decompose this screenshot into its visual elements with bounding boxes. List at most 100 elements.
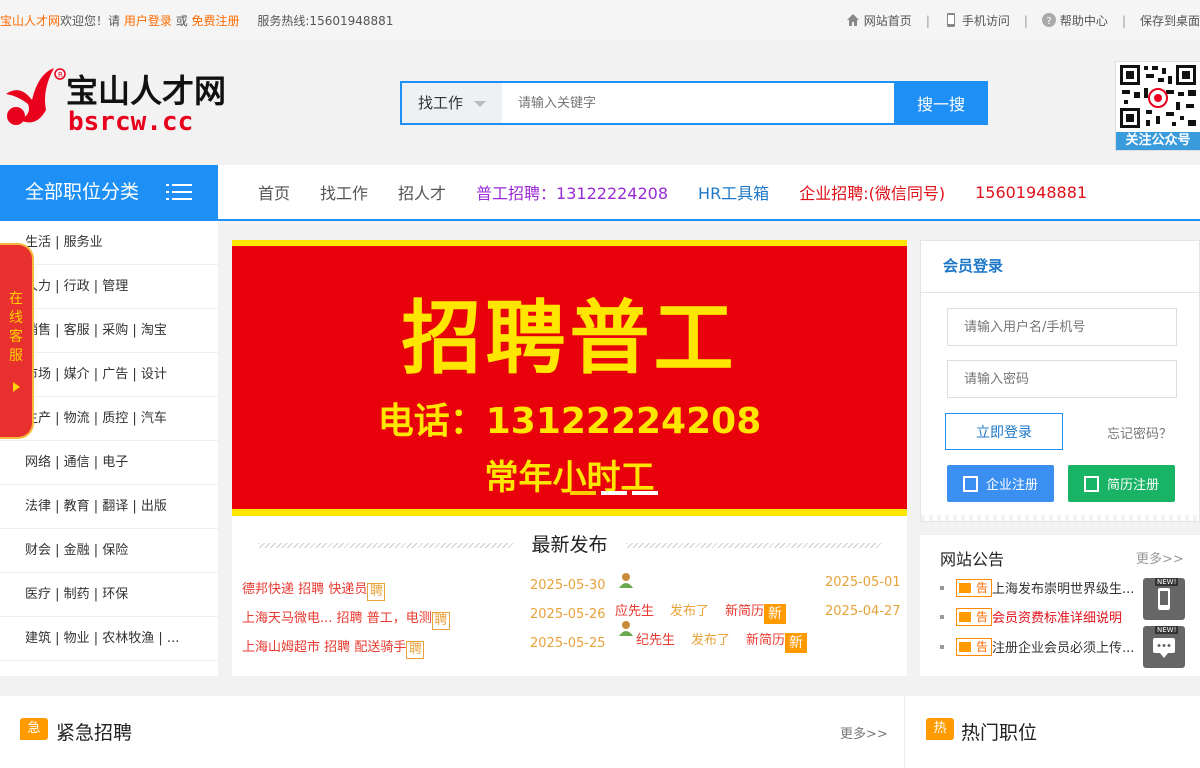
nav-item[interactable]: 15601948881 [975, 183, 1087, 202]
arrow-right-icon [12, 382, 20, 392]
post-action: 发布了 [670, 604, 710, 619]
job-title[interactable]: 配送骑手 [354, 640, 406, 655]
category-item[interactable]: 网络 | 通信 | 电子 [0, 441, 218, 485]
job-title[interactable]: 快递员 [328, 582, 367, 597]
welcome-bar: 宝山人才网欢迎您！请 用户登录 或 免费注册 服务热线:15601948881 [0, 12, 393, 29]
chat-float-button[interactable]: NEW! [1143, 626, 1185, 668]
all-categories-button[interactable]: 全部职位分类 [0, 165, 218, 221]
nav-items: 首页 找工作 招人才 普工招聘：13122224208 HR工具箱 企业招聘:(微信同号)… [258, 165, 1117, 219]
notice-more-link[interactable]: 更多>> [1136, 548, 1184, 567]
poster-name[interactable]: 应先生 [615, 604, 654, 619]
notice-item[interactable]: 告会员资费标准详细说明 [940, 607, 1122, 626]
nav-item[interactable]: 找工作 [320, 180, 368, 204]
password-input[interactable] [947, 360, 1177, 398]
search-type-select[interactable]: 找工作 [402, 83, 502, 123]
notice-text: 会员资费标准详细说明 [992, 611, 1123, 626]
edit-icon [962, 476, 978, 492]
category-item[interactable]: 法律 | 教育 | 翻译 | 出版 [0, 485, 218, 529]
svg-text:?: ? [1046, 16, 1051, 27]
search-button[interactable]: 搜一搜 [894, 81, 988, 125]
home-link[interactable]: 网站首页 [846, 12, 912, 29]
nav-item[interactable]: HR工具箱 [698, 180, 769, 204]
online-service-tab[interactable]: 在线客服 [0, 243, 34, 439]
banner-phone: 电话：13122224208 [377, 401, 762, 442]
bottom-sections: 急 紧急招聘 更多>> 热 热门职位 [0, 696, 1200, 768]
help-link[interactable]: ? 帮助中心 [1041, 12, 1108, 29]
carousel-dot[interactable] [570, 491, 596, 495]
job-post-row[interactable]: 上海天马微电... 招聘 普工，电测聘 [242, 607, 450, 630]
bullet [940, 614, 944, 619]
login-button[interactable]: 立即登录 [945, 413, 1063, 450]
login-link[interactable]: 用户登录 [124, 14, 172, 28]
category-item[interactable]: 财会 | 金融 | 保险 [0, 529, 218, 573]
carousel-dot[interactable] [601, 491, 627, 495]
nav-item[interactable]: 普工招聘：13122224208 [476, 180, 668, 204]
category-item[interactable]: 医疗 | 制药 | 环保 [0, 573, 218, 617]
nav-item[interactable]: 企业招聘:(微信同号) [799, 180, 945, 204]
bullet [940, 644, 944, 649]
resume-link[interactable]: 新简历 [725, 604, 764, 619]
notice-item[interactable]: 告上海发布崇明世界级生... [940, 578, 1134, 597]
svg-text:bsrcw.cc: bsrcw.cc [68, 107, 193, 136]
hiring-tag: 聘 [431, 612, 450, 630]
top-links: 网站首页 | 手机访问 | ? 帮助中心 | 保存到桌面 [846, 12, 1200, 29]
site-logo[interactable]: R 宝山人才网 bsrcw.cc [2, 66, 242, 136]
carousel-dot[interactable] [632, 491, 658, 495]
poster-name[interactable]: 纪先生 [636, 633, 675, 648]
divider: | [1121, 13, 1126, 28]
qr-code-icon [1116, 62, 1200, 132]
banner-headline: 招聘普工 [401, 292, 738, 385]
urgent-jobs-section: 急 紧急招聘 更多>> [0, 696, 903, 768]
notice-item[interactable]: 告注册企业会员必须上传... [940, 637, 1134, 656]
job-post-row[interactable]: 德邦快递 招聘 快递员聘 [242, 578, 386, 601]
hot-badge: 热 [926, 718, 954, 740]
register-link[interactable]: 免费注册 [192, 14, 240, 28]
home-icon [846, 14, 859, 26]
post-date: 2025-05-30 [530, 578, 606, 593]
post-action: 招聘 [298, 582, 325, 597]
mobile-float-button[interactable]: NEW! [1143, 578, 1185, 620]
user-avatar-icon [619, 621, 633, 636]
resume-register-button[interactable]: 简历注册 [1068, 465, 1175, 502]
job-title[interactable]: 普工，电测 [367, 611, 432, 626]
post-action: 招聘 [324, 640, 351, 655]
nav-item[interactable]: 招人才 [398, 180, 446, 204]
wechat-qr-code: 关注公众号 [1115, 61, 1200, 151]
company-name[interactable]: 上海天马微电... [242, 611, 332, 626]
urgent-title: 紧急招聘 [56, 722, 133, 744]
urgent-more-link[interactable]: 更多>> [840, 723, 888, 742]
hot-title: 热门职位 [961, 722, 1038, 744]
site-name-link[interactable]: 宝山人才网 [0, 14, 60, 28]
notice-tag: 告 [956, 578, 992, 597]
resume-post-row[interactable]: 纪先生 发布了 新简历新 [636, 629, 808, 653]
hotline-text: 服务热线:15601948881 [257, 14, 394, 28]
new-badge: NEW! [1155, 626, 1179, 634]
forgot-password-link[interactable]: 忘记密码？ [1107, 423, 1172, 442]
carousel-dots [570, 491, 663, 495]
notice-tag: 告 [956, 637, 992, 656]
save-desktop-link[interactable]: 保存到桌面 [1140, 12, 1200, 29]
svg-text:宝山人才网: 宝山人才网 [66, 72, 226, 110]
help-icon: ? [1041, 13, 1056, 27]
urgent-badge: 急 [20, 718, 48, 740]
resume-post-row[interactable]: 应先生 发布了 新简历新 [615, 600, 787, 624]
new-resume-tag: 新 [764, 604, 787, 624]
notice-tag: 告 [956, 607, 992, 626]
category-item[interactable]: 建筑 | 物业 | 农林牧渔 | ... [0, 617, 218, 661]
nav-item[interactable]: 首页 [258, 180, 290, 204]
post-action: 发布了 [691, 633, 731, 648]
phone-icon [946, 13, 955, 27]
job-post-row[interactable]: 上海山姆超市 招聘 配送骑手聘 [242, 636, 425, 659]
mobile-link[interactable]: 手机访问 [944, 12, 1010, 29]
resume-link[interactable]: 新简历 [746, 633, 785, 648]
member-login-panel: 会员登录 立即登录 忘记密码？ 企业注册 简历注册 [920, 240, 1200, 522]
search-input[interactable] [502, 83, 894, 123]
post-date: 2025-04-27 [825, 604, 901, 619]
company-name[interactable]: 德邦快递 [242, 582, 294, 597]
username-input[interactable] [947, 308, 1177, 346]
company-name[interactable]: 上海山姆超市 [242, 640, 320, 655]
company-register-button[interactable]: 企业注册 [947, 465, 1054, 502]
hero-banner[interactable]: 招聘普工 电话：13122224208 常年小时工 [232, 240, 907, 516]
notice-title: 网站公告 [940, 550, 1005, 569]
divider: | [1023, 13, 1028, 28]
